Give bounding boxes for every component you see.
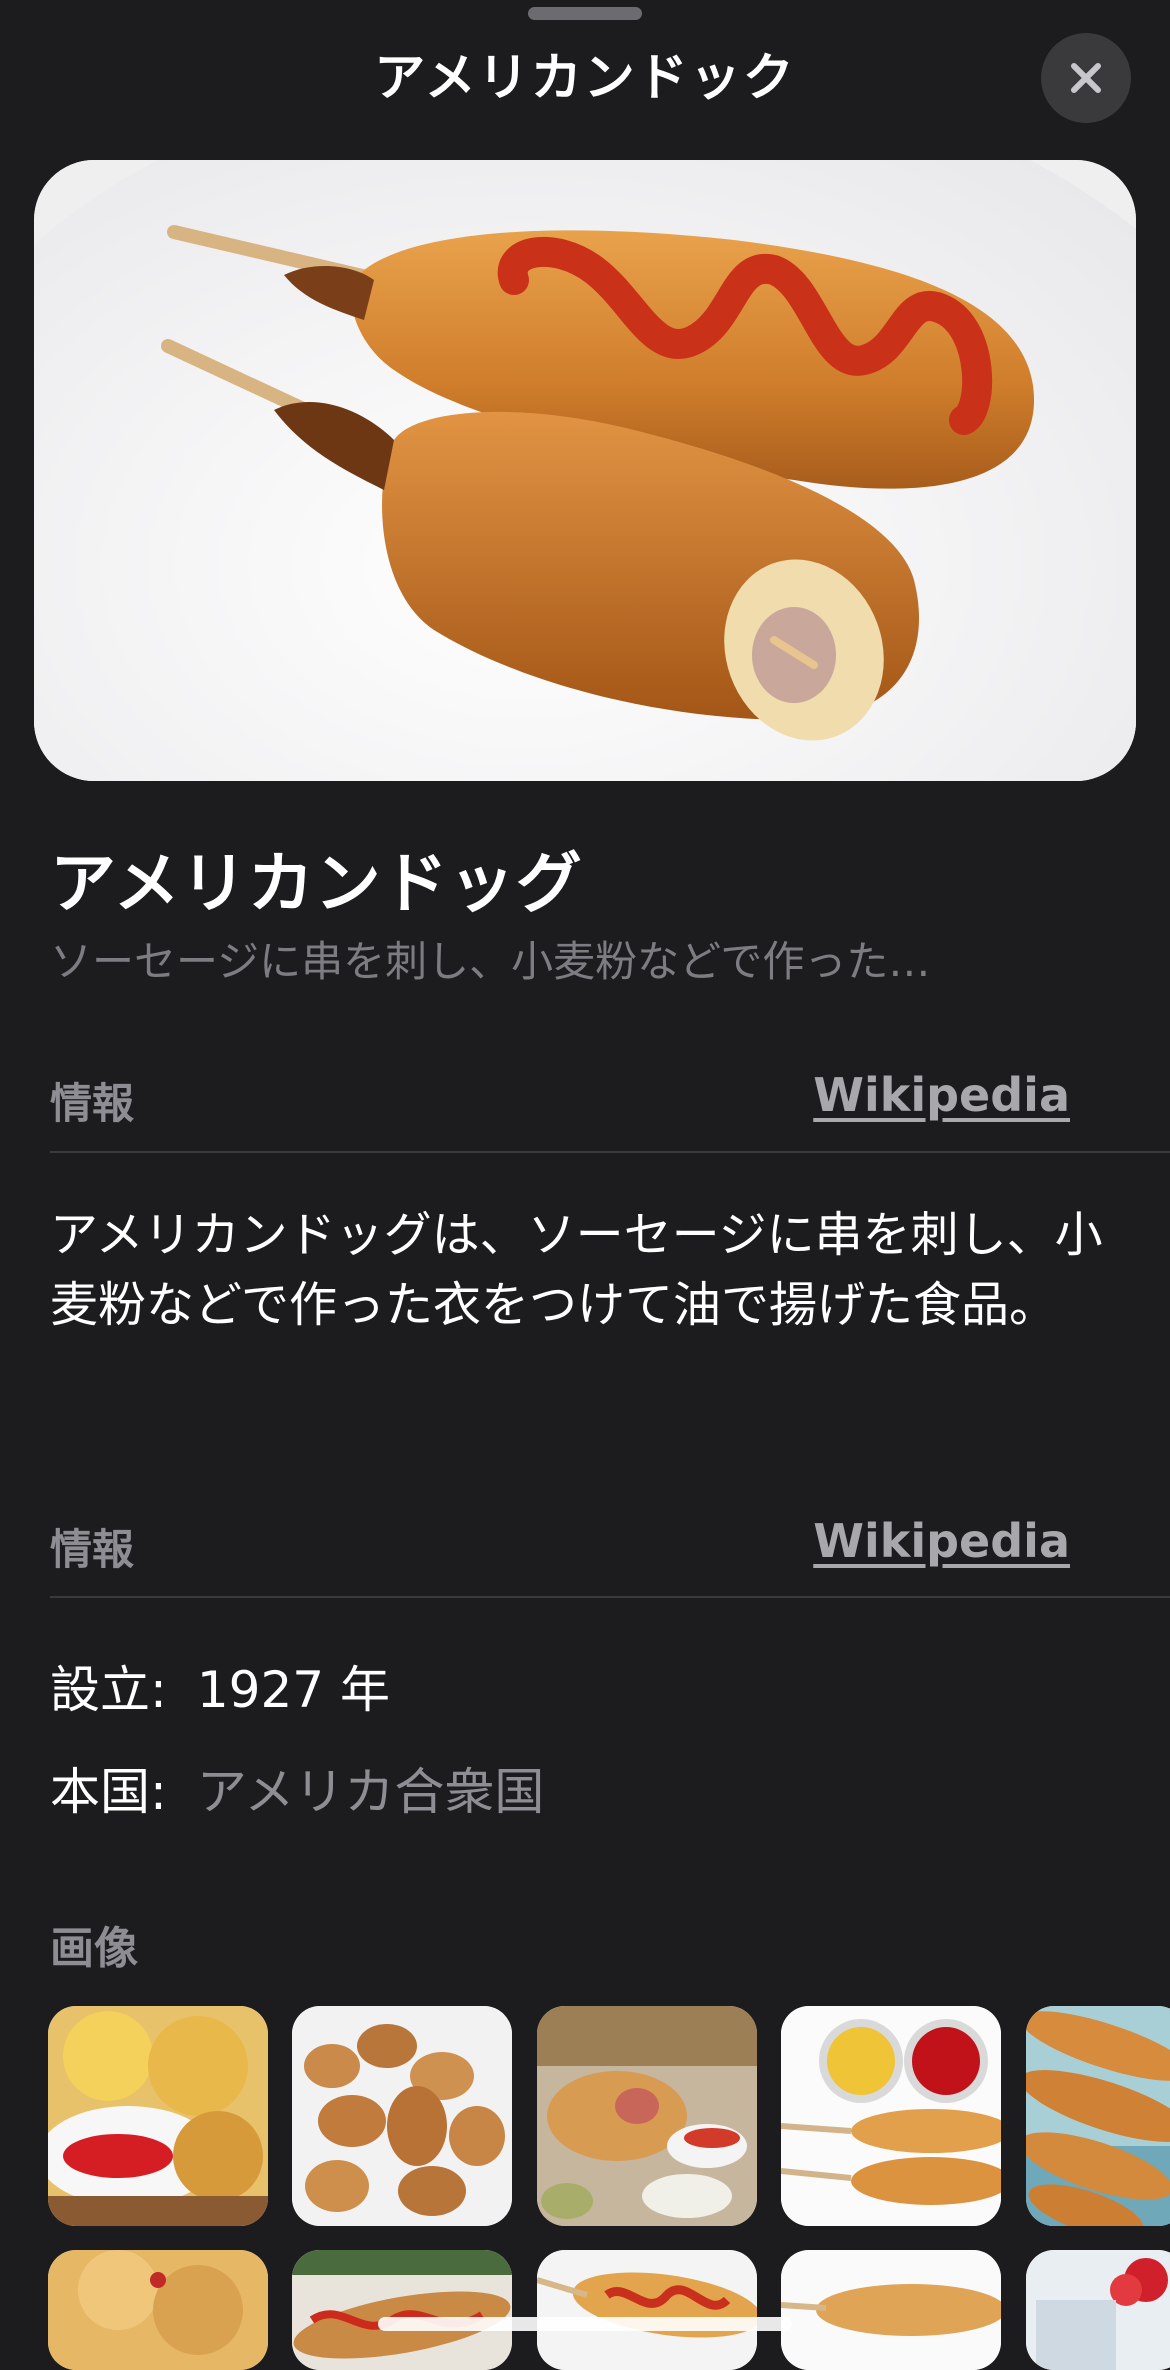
fact-row-founded: 設立: 1927 年 [50,1650,390,1722]
sheet-grabber[interactable] [528,7,642,20]
image-thumbnail[interactable] [292,2250,512,2370]
image-thumbnail[interactable] [1026,2250,1170,2370]
image-thumbnail[interactable] [537,2250,757,2370]
fact-value[interactable]: アメリカ合衆国 [197,1763,545,1821]
image-thumbnail[interactable] [781,2250,1001,2370]
home-indicator[interactable] [378,2317,792,2331]
info-section-header: 情報 Wikipedia [50,1068,1120,1131]
info-section-header: 情報 Wikipedia [50,1514,1120,1577]
info-heading: 情報 [50,1079,135,1128]
fact-label: 本国: [50,1763,167,1821]
image-thumbnail[interactable] [537,2006,757,2226]
image-thumbnail[interactable] [781,2006,1001,2226]
divider [50,1596,1170,1598]
close-button[interactable] [1041,33,1131,123]
close-icon [1071,63,1101,93]
image-thumbnail[interactable] [1026,2006,1170,2226]
fact-label: 設立: [50,1661,167,1719]
fact-row-country: 本国: アメリカ合衆国 [50,1752,544,1824]
fact-value: 1927 年 [196,1661,390,1719]
hero-image[interactable] [34,160,1136,781]
description-text: アメリカンドッグは、ソーセージに串を刺し、小麦粉などで作った衣をつけて油で揚げた… [50,1207,1103,1333]
image-thumbnail[interactable] [48,2250,268,2370]
image-thumbnail[interactable] [48,2006,268,2226]
divider [50,1151,1170,1153]
sheet-title: アメリカンドック [374,49,796,108]
info-heading: 情報 [50,1525,135,1574]
page-subtitle: ソーセージに串を刺し、小麦粉などで作った… [50,937,931,986]
page-title: アメリカンドッグ [50,845,583,922]
wikipedia-link[interactable]: Wikipedia [813,1514,1070,1568]
wikipedia-link[interactable]: Wikipedia [813,1068,1070,1122]
images-heading: 画像 [50,1923,138,1974]
image-thumbnail[interactable] [292,2006,512,2226]
